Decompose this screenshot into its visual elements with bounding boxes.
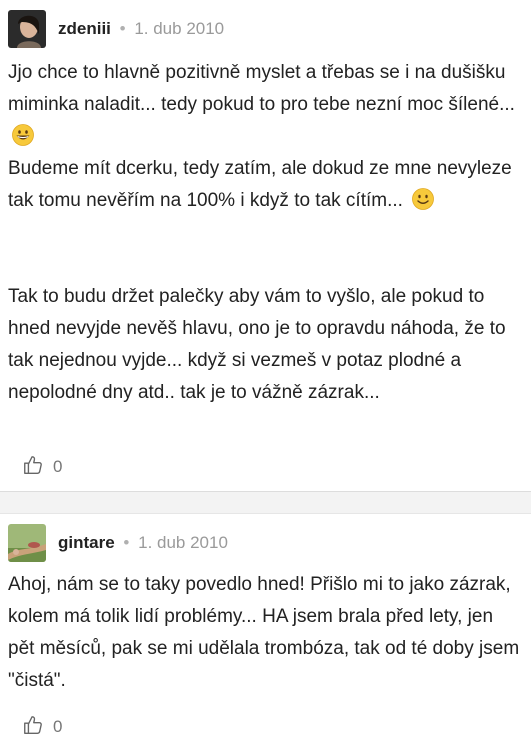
smiling-emoji-icon (412, 188, 435, 210)
author-name[interactable]: gintare (58, 533, 115, 552)
comment-paragraph: Ahoj, nám se to taky povedlo hned! Přišl… (8, 574, 520, 691)
grinning-emoji-icon (12, 124, 34, 146)
comment-date: 1. dub 2010 (134, 19, 225, 38)
comment-paragraph: Tak to budu držet palečky aby vám to vyš… (8, 286, 506, 403)
comment-date: 1. dub 2010 (138, 533, 228, 552)
comment-paragraph: Jjo chce to hlavně pozitivně myslet a tř… (8, 62, 515, 115)
meta-separator: • (119, 19, 126, 38)
comment-meta: zdeniii • 1. dub 2010 (58, 10, 224, 48)
like-button[interactable]: 0 (22, 455, 62, 479)
author-name[interactable]: zdeniii (58, 19, 111, 38)
comment-meta: gintare • 1. dub 2010 (58, 524, 228, 562)
comment-paragraph: Budeme mít dcerku, tedy zatím, ale dokud… (8, 158, 512, 211)
thumbs-up-icon (22, 454, 44, 481)
comment-text: Jjo chce to hlavně pozitivně myslet a tř… (8, 57, 523, 217)
meta-separator: • (123, 533, 130, 552)
like-count: 0 (53, 457, 63, 476)
thumbs-up-icon (22, 714, 44, 741)
avatar[interactable] (8, 524, 46, 562)
avatar[interactable] (8, 10, 46, 48)
comment-divider (0, 491, 531, 514)
like-count: 0 (53, 717, 63, 736)
like-button[interactable]: 0 (22, 715, 62, 739)
